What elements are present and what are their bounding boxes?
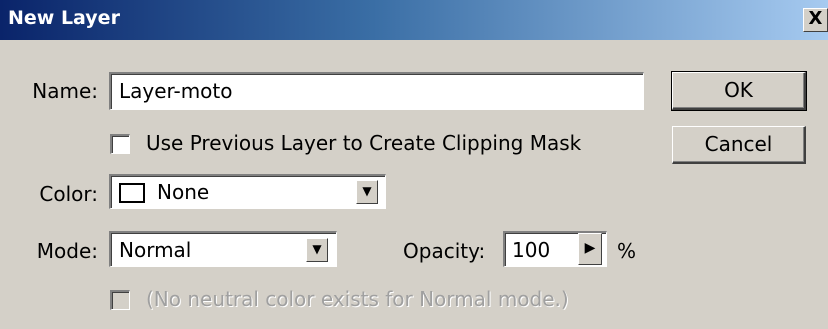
chevron-down-icon[interactable]: ▼ xyxy=(356,180,378,204)
clipping-mask-label: Use Previous Layer to Create Clipping Ma… xyxy=(146,131,582,155)
title-bar[interactable]: New Layer X xyxy=(0,0,828,40)
opacity-input[interactable]: 100 ▶ xyxy=(503,231,607,267)
name-input-value: Layer-moto xyxy=(119,79,233,103)
color-select[interactable]: None ▼ xyxy=(109,174,386,209)
new-layer-dialog: New Layer X Name: Layer-moto Use Previou… xyxy=(0,0,828,329)
opacity-unit: % xyxy=(617,239,637,263)
mode-select[interactable]: Normal ▼ xyxy=(109,231,337,267)
chevron-down-icon[interactable]: ▼ xyxy=(306,238,328,262)
cancel-button[interactable]: Cancel xyxy=(672,126,806,164)
mode-label: Mode: xyxy=(36,239,98,263)
ok-button[interactable]: OK xyxy=(671,71,807,111)
close-button[interactable]: X xyxy=(803,8,828,32)
name-input[interactable]: Layer-moto xyxy=(109,72,644,110)
triangle-right-icon[interactable]: ▶ xyxy=(578,233,602,265)
clipping-mask-checkbox[interactable] xyxy=(110,134,130,154)
opacity-value: 100 xyxy=(512,238,551,262)
mode-select-value: Normal xyxy=(119,238,192,262)
dialog-title: New Layer xyxy=(8,7,120,29)
close-icon: X xyxy=(808,8,823,29)
color-label: Color: xyxy=(39,182,98,206)
name-label: Name: xyxy=(32,79,98,103)
neutral-color-label: (No neutral color exists for Normal mode… xyxy=(146,287,569,311)
color-swatch xyxy=(119,183,145,203)
neutral-color-checkbox xyxy=(110,290,130,310)
color-select-value: None xyxy=(157,180,210,204)
opacity-label: Opacity: xyxy=(403,239,486,263)
